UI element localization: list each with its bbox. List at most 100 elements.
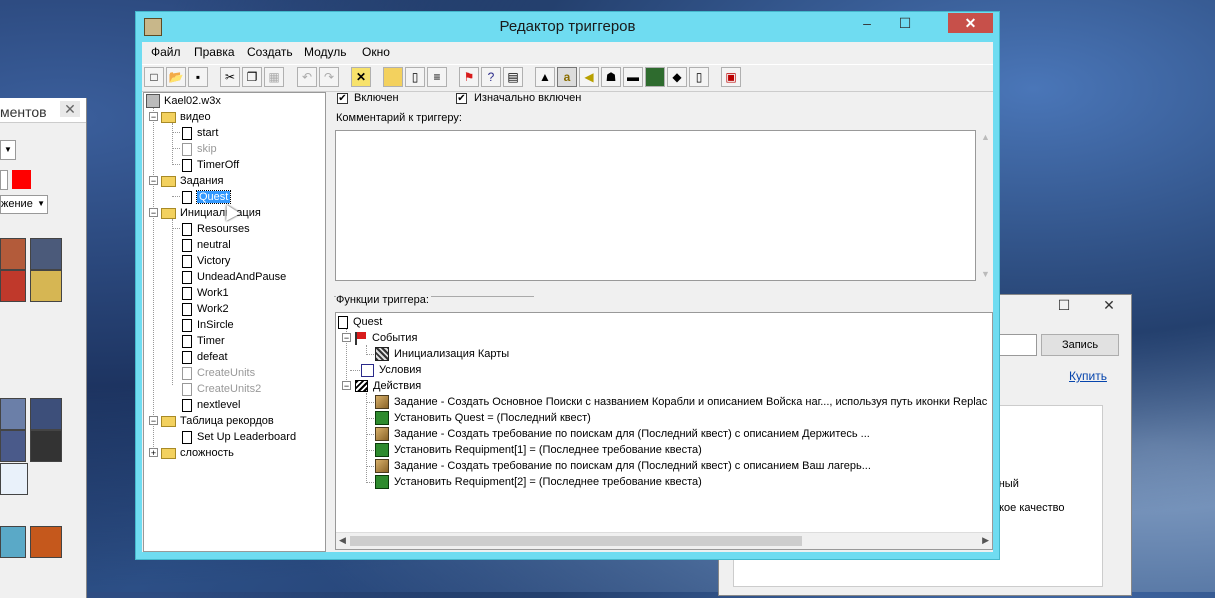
tree-trigger-item[interactable]: Resourses: [182, 221, 250, 237]
tree-trigger-item-selected[interactable]: Quest: [182, 189, 232, 205]
maximize-button[interactable]: ☐: [891, 13, 919, 33]
tree-trigger-item[interactable]: TimerOff: [182, 157, 239, 173]
unit-icon-2[interactable]: [30, 238, 62, 270]
unit-icon-4[interactable]: [30, 270, 62, 302]
import-manager-icon[interactable]: ▯: [689, 67, 709, 87]
tree-trigger-item[interactable]: CreateUnits2: [182, 381, 261, 397]
left-window-dropdown-1[interactable]: ▼: [0, 140, 16, 160]
tree-trigger-item[interactable]: InSircle: [182, 317, 234, 333]
buy-link[interactable]: Купить: [1069, 369, 1107, 383]
campaign-editor-icon[interactable]: ▬: [623, 67, 643, 87]
expand-toggle-leaderboard[interactable]: −: [149, 416, 158, 426]
new-category-icon[interactable]: [383, 67, 403, 87]
redo-icon[interactable]: ↷: [319, 67, 339, 87]
delete-icon[interactable]: ✕: [351, 67, 371, 87]
expand-toggle-quests[interactable]: −: [149, 176, 158, 186]
right-window-close-button[interactable]: ✕: [1094, 297, 1124, 314]
tree-category[interactable]: Таблица рекордов: [161, 413, 274, 429]
new-comment-icon[interactable]: ≡: [427, 67, 447, 87]
menu-module[interactable]: Модуль: [304, 45, 347, 59]
tree-trigger-item[interactable]: start: [182, 125, 218, 141]
unit-icon-7[interactable]: [0, 430, 26, 462]
scroll-left-icon[interactable]: ◀: [339, 535, 346, 546]
copy-icon[interactable]: ❐: [242, 67, 262, 87]
open-icon[interactable]: 📂: [166, 67, 186, 87]
menu-create[interactable]: Создать: [247, 45, 293, 59]
action-item[interactable]: Установить Quest = (Последний квест): [375, 410, 591, 426]
undo-icon[interactable]: ↶: [297, 67, 317, 87]
initially-on-checkbox[interactable]: ✔: [456, 93, 467, 104]
trigger-tree[interactable]: Kael02.w3x − видео start skip TimerOff −…: [143, 92, 326, 552]
tree-trigger-item[interactable]: CreateUnits: [182, 365, 255, 381]
enabled-checkbox[interactable]: ✔: [337, 93, 348, 104]
trigger-functions-tree[interactable]: Quest − События Инициализация Карты Усло…: [335, 312, 993, 550]
unit-icon-10[interactable]: [0, 526, 26, 558]
unit-icon-8[interactable]: [30, 430, 62, 462]
action-item[interactable]: Задание - Создать требование по поискам …: [375, 426, 870, 442]
expand-toggle-video[interactable]: −: [149, 112, 158, 122]
tree-trigger-item[interactable]: neutral: [182, 237, 231, 253]
action-item[interactable]: Задание - Создать Основное Поиски с назв…: [375, 394, 987, 410]
ai-editor-icon[interactable]: [645, 67, 665, 87]
unit-icon-6[interactable]: [30, 398, 62, 430]
scroll-right-icon[interactable]: ▶: [982, 535, 989, 546]
object-editor-icon[interactable]: ☗: [601, 67, 621, 87]
scroll-thumb[interactable]: [350, 536, 802, 546]
tree-category[interactable]: видео: [161, 109, 211, 125]
sound-editor-icon[interactable]: ◀: [579, 67, 599, 87]
tree-category[interactable]: Инициализация: [161, 205, 261, 221]
unit-icon-3[interactable]: [0, 270, 26, 302]
left-window-close-button[interactable]: ✕: [60, 101, 80, 117]
comment-textarea[interactable]: [335, 130, 976, 281]
tree-trigger-item[interactable]: skip: [182, 141, 217, 157]
unit-icon-5[interactable]: [0, 398, 26, 430]
new-trigger-icon[interactable]: ▯: [405, 67, 425, 87]
conditions-node[interactable]: Условия: [361, 362, 421, 378]
cut-icon[interactable]: ✂: [220, 67, 240, 87]
unit-icon-11[interactable]: [30, 526, 62, 558]
paste-icon[interactable]: ▦: [264, 67, 284, 87]
new-action-icon[interactable]: ▤: [503, 67, 523, 87]
trigger-editor-icon[interactable]: a: [557, 67, 577, 87]
tree-trigger-item[interactable]: Victory: [182, 253, 230, 269]
object-manager-icon[interactable]: ◆: [667, 67, 687, 87]
functions-hscrollbar[interactable]: ◀ ▶: [336, 532, 992, 549]
right-window-input[interactable]: [999, 334, 1037, 356]
tree-map-node[interactable]: Kael02.w3x: [146, 93, 221, 109]
new-event-icon[interactable]: ⚑: [459, 67, 479, 87]
tree-trigger-item[interactable]: nextlevel: [182, 397, 240, 413]
expand-toggle-init[interactable]: −: [149, 208, 158, 218]
menu-edit[interactable]: Правка: [194, 45, 235, 59]
tree-category[interactable]: сложность: [161, 445, 234, 461]
expand-toggle-difficulty[interactable]: +: [149, 448, 158, 458]
tree-category[interactable]: Задания: [161, 173, 223, 189]
comment-scrollbar[interactable]: ▲ ▼: [978, 130, 992, 281]
actions-node[interactable]: Действия: [355, 378, 421, 394]
unit-icon-1[interactable]: [0, 238, 26, 270]
new-condition-icon[interactable]: ?: [481, 67, 501, 87]
save-icon[interactable]: ▪: [188, 67, 208, 87]
terrain-editor-icon[interactable]: ▲: [535, 67, 555, 87]
events-node[interactable]: События: [355, 330, 417, 346]
test-map-icon[interactable]: ▣: [721, 67, 741, 87]
color-swatch[interactable]: [12, 170, 31, 189]
tree-trigger-item[interactable]: UndeadAndPause: [182, 269, 286, 285]
left-window-input[interactable]: [0, 170, 8, 190]
expand-toggle-actions[interactable]: −: [342, 381, 351, 391]
event-item[interactable]: Инициализация Карты: [375, 346, 509, 362]
close-button[interactable]: ✕: [948, 13, 993, 33]
left-window-dropdown-2[interactable]: жение ▼: [0, 195, 48, 214]
expand-toggle-events[interactable]: −: [342, 333, 351, 343]
tree-trigger-item[interactable]: Work2: [182, 301, 229, 317]
right-window-maximize-button[interactable]: ☐: [1049, 297, 1079, 314]
unit-icon-9[interactable]: [0, 463, 28, 495]
minimize-button[interactable]: –: [853, 13, 881, 33]
tree-trigger-item[interactable]: defeat: [182, 349, 228, 365]
new-icon[interactable]: □: [144, 67, 164, 87]
action-item[interactable]: Установить Requipment[2] = (Последнее тр…: [375, 474, 702, 490]
action-item[interactable]: Установить Requipment[1] = (Последнее тр…: [375, 442, 702, 458]
trigger-root-node[interactable]: Quest: [338, 314, 382, 330]
tree-trigger-item[interactable]: Timer: [182, 333, 225, 349]
tree-trigger-item[interactable]: Work1: [182, 285, 229, 301]
action-item[interactable]: Задание - Создать требование по поискам …: [375, 458, 871, 474]
